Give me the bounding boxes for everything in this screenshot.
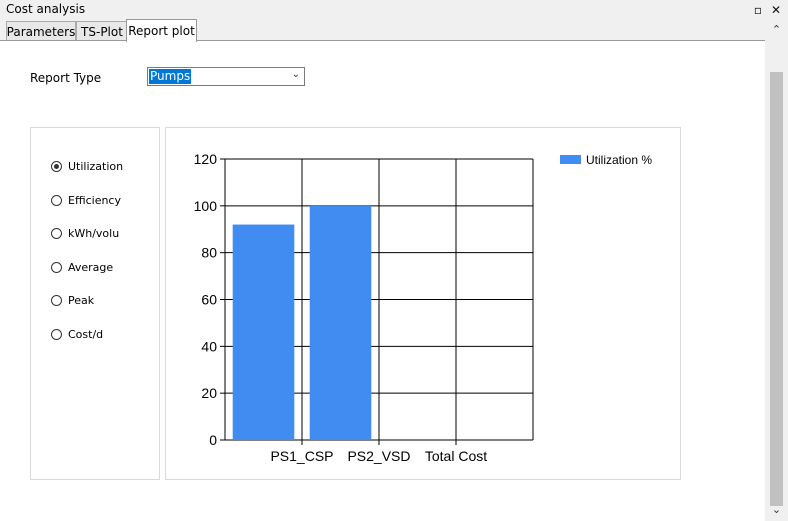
legend-label: Utilization % (586, 153, 652, 167)
tab-label: TS-Plot (81, 24, 123, 39)
radio-circle[interactable] (51, 328, 62, 340)
x-tick-label: PS2_VSD (347, 448, 410, 464)
tab-label: Parameters (6, 24, 76, 39)
report-type-value: Pumps (149, 69, 192, 84)
report-type-label: Report Type (30, 71, 102, 85)
tab-label: Report plot (128, 24, 195, 38)
pin-icon[interactable]: ▫ (749, 0, 767, 19)
x-tick-label: Total Cost (425, 448, 487, 464)
radio-circle[interactable] (51, 261, 62, 273)
metric-radio-group: Utilization Efficiency kWh/volu Average … (30, 127, 160, 480)
radio-label: Cost/d (68, 327, 104, 341)
radio-label: Average (68, 260, 114, 274)
radio-efficiency[interactable]: Efficiency (51, 192, 121, 208)
utilization-chart: 0 20 40 60 80 100 120 PS1_CSP PS2_VSD Total Cost U… (194, 151, 653, 464)
radio-label: kWh/volu (68, 226, 120, 240)
y-tick-label: 120 (194, 151, 218, 167)
radio-average[interactable]: Average (51, 259, 113, 275)
radio-circle[interactable] (51, 194, 62, 206)
radio-circle[interactable] (51, 160, 62, 172)
y-tick-label: 40 (201, 338, 217, 354)
y-tick-label: 60 (201, 292, 217, 308)
bar (232, 224, 295, 440)
y-tick-label: 80 (201, 245, 217, 261)
scroll-down-icon[interactable]: ⌄ (765, 501, 788, 518)
tab-parameters[interactable]: Parameters (6, 21, 76, 41)
y-tick-label: 100 (194, 198, 218, 214)
radio-circle[interactable] (51, 294, 62, 306)
radio-label: Peak (68, 293, 95, 307)
scrollbar-thumb[interactable] (770, 72, 783, 506)
bar (309, 205, 372, 440)
chevron-down-icon[interactable]: ⌄ (292, 69, 300, 80)
report-type-select[interactable]: Pumps ⌄ (147, 67, 305, 86)
radio-circle[interactable] (51, 227, 62, 239)
radio-label: Utilization (68, 159, 124, 173)
tab-strip: Parameters TS-Plot Report plot (0, 19, 765, 42)
title-bar: Cost analysis ▫ ✕ (0, 0, 788, 20)
y-tick-label: 0 (209, 432, 217, 448)
tab-ts-plot[interactable]: TS-Plot (76, 21, 128, 41)
radio-utilization[interactable]: Utilization (51, 158, 123, 174)
radio-peak[interactable]: Peak (51, 292, 94, 308)
radio-kwh-volu[interactable]: kWh/volu (51, 225, 119, 241)
y-tick-label: 20 (201, 385, 217, 401)
x-tick-label: PS1_CSP (270, 448, 333, 464)
window-title: Cost analysis (6, 2, 86, 16)
scroll-up-icon[interactable]: ⌃ (765, 21, 788, 38)
close-icon[interactable]: ✕ (767, 0, 785, 19)
tab-report-plot[interactable]: Report plot (126, 19, 197, 42)
vertical-scrollbar[interactable]: ⌃ ⌄ (765, 19, 788, 521)
legend-swatch (560, 155, 581, 164)
radio-label: Efficiency (68, 193, 121, 207)
radio-cost-d[interactable]: Cost/d (51, 326, 103, 342)
chart-panel: 0 20 40 60 80 100 120 PS1_CSP PS2_VSD Total Cost U… (165, 127, 681, 480)
